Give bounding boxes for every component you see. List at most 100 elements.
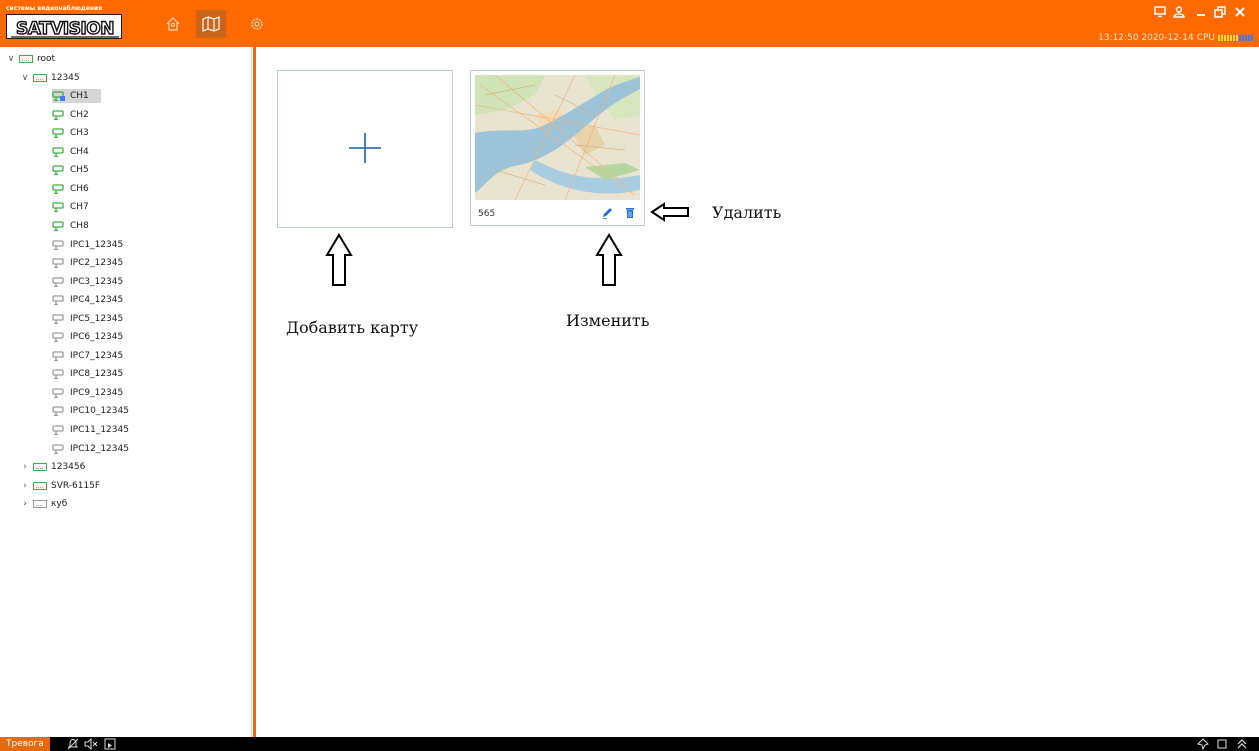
arrow-up-annotation-icon	[325, 233, 353, 286]
tree-item-label: IPC6_12345	[70, 332, 124, 343]
device-tree: ∨ root ∨ 12345 CH1 CH2 CH3 CH4 CH5 CH6 CH7 CH8 IPC1_…	[0, 47, 252, 737]
chevron-right-icon[interactable]: ›	[20, 481, 30, 491]
camera-icon	[52, 388, 64, 398]
expand-up-icon[interactable]	[1236, 738, 1248, 750]
tree-item[interactable]: CH3	[52, 124, 91, 142]
device-icon	[33, 73, 47, 82]
tree-item[interactable]: IPC2_12345	[52, 254, 125, 272]
tree-item-label: CH4	[70, 146, 89, 157]
add-map-card[interactable]	[277, 70, 453, 228]
tree-item[interactable]: IPC4_12345	[52, 291, 125, 309]
tree-item-label: IPC12_12345	[70, 443, 129, 454]
nav-home-button[interactable]	[158, 10, 188, 38]
chevron-down-icon[interactable]: ∨	[20, 73, 30, 83]
camera-icon	[52, 295, 64, 306]
tree-item-label: IPC7_12345	[70, 350, 124, 361]
trash-icon[interactable]	[624, 206, 636, 220]
tree-item-label: root	[37, 54, 56, 64]
camera-icon	[52, 369, 64, 380]
tree-item[interactable]: CH6	[52, 180, 91, 198]
camera-icon	[52, 239, 64, 250]
tree-item-label: CH1	[70, 91, 89, 102]
tree-item-label: IPC2_12345	[70, 258, 124, 269]
monitor-icon[interactable]	[1154, 5, 1166, 19]
camera-icon	[52, 258, 64, 269]
user-icon[interactable]	[1173, 5, 1185, 19]
tree-item[interactable]: IPC12_12345	[52, 440, 131, 458]
chevron-down-icon[interactable]: ∨	[6, 54, 16, 64]
tree-item-label: IPC3_12345	[70, 276, 124, 287]
clock: 13:12:50 2020-12-14	[1098, 33, 1194, 43]
tree-item-label: CH3	[70, 128, 89, 139]
mute-icon[interactable]	[84, 738, 98, 750]
tree-item[interactable]: IPC9_12345	[52, 384, 125, 402]
nav-settings-button[interactable]	[242, 10, 272, 38]
bottom-bar: Тревога	[0, 737, 1259, 751]
chevron-right-icon[interactable]: ›	[20, 499, 30, 509]
top-bar: системы видеонаблюдения SATVISION 13:12:…	[0, 0, 1259, 47]
camera-icon	[52, 128, 64, 139]
tree-item-label: IPC11_12345	[70, 425, 129, 435]
camera-icon	[52, 425, 64, 435]
tree-item-label: 123456	[51, 462, 86, 473]
minimize-icon[interactable]	[1195, 5, 1207, 19]
tree-item[interactable]: › куб	[20, 495, 67, 513]
tree-item-label: CH6	[70, 183, 89, 194]
map-icon	[202, 16, 220, 32]
tree-item[interactable]: › 123456	[20, 458, 85, 476]
close-icon[interactable]	[1234, 5, 1246, 19]
tree-item[interactable]: IPC1_12345	[52, 236, 125, 254]
tree-item-label: IPC8_12345	[70, 369, 124, 380]
tree-item-label: куб	[51, 499, 68, 510]
tree-item[interactable]: IPC7_12345	[52, 347, 125, 365]
arrow-left-annotation-icon	[650, 202, 689, 222]
tree-item[interactable]: IPC6_12345	[52, 328, 125, 346]
tree-item[interactable]: ∨ root	[6, 50, 55, 68]
home-icon	[166, 17, 180, 31]
camera-icon	[52, 351, 64, 361]
tree-item[interactable]: IPC3_12345	[52, 273, 125, 291]
tree-item[interactable]: IPC10_12345	[52, 402, 131, 420]
camera-icon	[52, 91, 65, 102]
tree-item[interactable]: IPC8_12345	[52, 365, 125, 383]
tree-item-label: IPC10_12345	[70, 406, 129, 417]
tree-item[interactable]: CH4	[52, 143, 91, 161]
tree-item[interactable]: IPC11_12345	[52, 421, 131, 439]
chevron-right-icon[interactable]: ›	[20, 462, 30, 472]
logo-caption: системы видеонаблюдения	[6, 5, 103, 12]
camera-icon	[52, 314, 64, 324]
tree-item[interactable]: › SVR-6115F	[20, 477, 100, 495]
restore-icon[interactable]	[1214, 5, 1226, 19]
nav-map-button[interactable]	[196, 10, 226, 38]
map-card[interactable]: 565	[470, 70, 645, 226]
camera-icon	[52, 147, 64, 157]
tree-item[interactable]: CH5	[52, 161, 91, 179]
alarm-bell-icon[interactable]	[67, 738, 79, 750]
tree-item[interactable]: CH7	[52, 198, 91, 216]
alarm-button[interactable]: Тревога	[0, 737, 50, 751]
pin-icon[interactable]	[1197, 738, 1209, 750]
camera-icon	[52, 332, 64, 343]
annotation-delete: Удалить	[712, 203, 782, 222]
tree-item[interactable]: ∨ 12345	[20, 69, 80, 87]
device-icon	[33, 463, 47, 472]
tree-item[interactable]: CH2	[52, 106, 91, 124]
annotation-edit: Изменить	[566, 311, 650, 330]
cpu-label: CPU	[1196, 33, 1215, 43]
logo-wordmark: SATVISION	[6, 14, 122, 40]
device-icon	[19, 55, 33, 63]
camera-icon	[52, 202, 64, 213]
screenshot-icon[interactable]	[104, 738, 116, 750]
tree-item-label: SVR-6115F	[51, 480, 101, 491]
device-icon	[33, 481, 47, 490]
tree-item[interactable]: IPC5_12345	[52, 310, 125, 328]
tree-item[interactable]: CH8	[52, 217, 91, 235]
camera-icon	[52, 443, 64, 454]
pencil-icon[interactable]	[601, 206, 613, 220]
tree-item[interactable]: CH1	[52, 87, 101, 105]
map-thumbnail[interactable]	[475, 75, 640, 200]
gear-icon	[251, 18, 263, 30]
window-icon[interactable]	[1216, 738, 1228, 750]
status-line: 13:12:50 2020-12-14 CPU	[1098, 33, 1253, 43]
tree-item-label: IPC9_12345	[70, 387, 124, 398]
